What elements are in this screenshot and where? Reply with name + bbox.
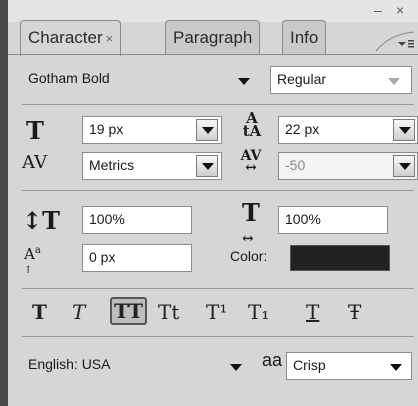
underline-button[interactable]: T xyxy=(306,300,319,324)
leading-icon: AtA xyxy=(242,109,262,140)
tracking-icon: AV ↔ xyxy=(240,148,262,176)
divider xyxy=(22,104,414,105)
superscript-button[interactable]: T¹ xyxy=(206,300,227,324)
vertical-scale-icon: ↕T xyxy=(22,206,60,235)
baseline-shift-icon: Aa ↑ xyxy=(24,245,41,276)
divider xyxy=(22,190,414,191)
close-icon[interactable]: × xyxy=(396,2,404,18)
strikethrough-button[interactable]: Ŧ xyxy=(348,300,361,324)
horizontal-scale-field[interactable]: 100% xyxy=(278,206,388,234)
tab-info-label: Info xyxy=(290,28,319,47)
tab-divider xyxy=(8,54,418,55)
tab-character[interactable]: Character × xyxy=(20,20,122,56)
vertical-scale-field[interactable]: 100% xyxy=(82,206,192,234)
font-size-icon: T xyxy=(26,116,44,145)
panel-menu-icon[interactable] xyxy=(370,30,416,52)
chevron-down-icon xyxy=(230,364,242,371)
font-family-value: Gotham Bold xyxy=(28,70,110,86)
chevron-down-icon xyxy=(388,78,400,85)
tab-character-label: Character xyxy=(28,28,103,47)
faux-bold-button[interactable]: T xyxy=(32,300,47,324)
panel-title-bar xyxy=(8,0,418,22)
kerning-dropdown-button[interactable] xyxy=(196,155,218,177)
tab-paragraph-label: Paragraph xyxy=(173,28,253,47)
tab-info[interactable]: Info xyxy=(282,20,327,54)
small-caps-button[interactable]: Tt xyxy=(158,300,179,324)
font-size-dropdown-button[interactable] xyxy=(196,119,218,141)
leading-dropdown-button[interactable] xyxy=(393,119,415,141)
tab-paragraph[interactable]: Paragraph xyxy=(165,20,261,54)
faux-italic-button[interactable]: T xyxy=(72,300,85,324)
color-label: Color: xyxy=(230,248,268,264)
minimize-icon[interactable]: – xyxy=(374,2,382,18)
antialias-icon: aa xyxy=(262,350,283,370)
character-panel: – × Character × Paragraph Info Gotham Bol… xyxy=(8,0,418,406)
divider xyxy=(22,288,414,289)
language-value: English: USA xyxy=(28,356,111,372)
baseline-shift-field[interactable]: 0 px xyxy=(82,244,192,272)
divider xyxy=(22,336,414,337)
tab-close-icon[interactable]: × xyxy=(106,31,114,46)
kerning-icon: AV xyxy=(22,152,48,173)
horizontal-scale-icon: T ↔ xyxy=(242,198,260,248)
subscript-button[interactable]: T₁ xyxy=(248,300,269,324)
chevron-down-icon xyxy=(390,364,402,371)
chevron-down-icon xyxy=(238,78,250,85)
all-caps-button[interactable]: TT xyxy=(110,297,148,325)
tracking-dropdown-button[interactable] xyxy=(393,155,415,177)
color-swatch[interactable] xyxy=(290,245,390,271)
